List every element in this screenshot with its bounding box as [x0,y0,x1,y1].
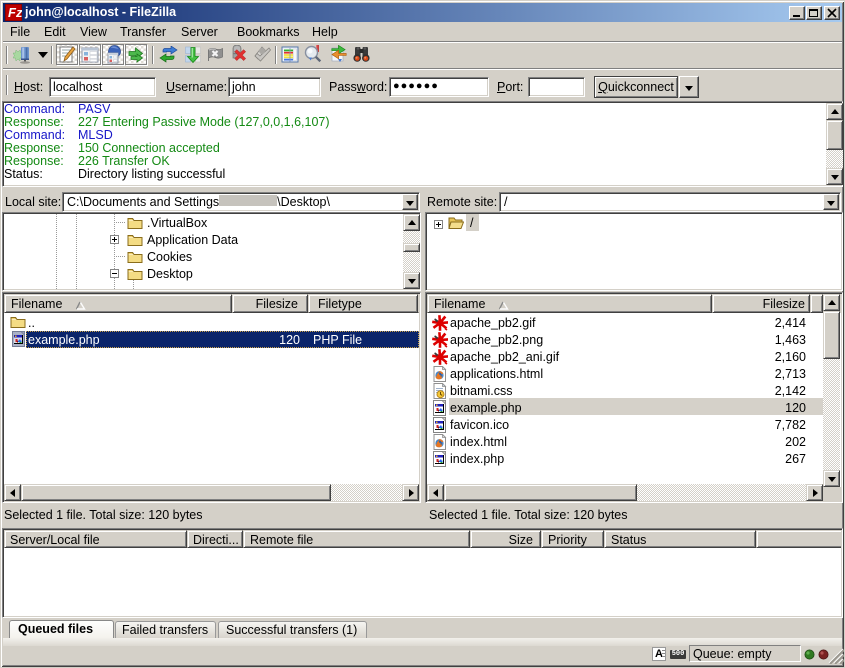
svg-text:Fz: Fz [8,5,22,20]
